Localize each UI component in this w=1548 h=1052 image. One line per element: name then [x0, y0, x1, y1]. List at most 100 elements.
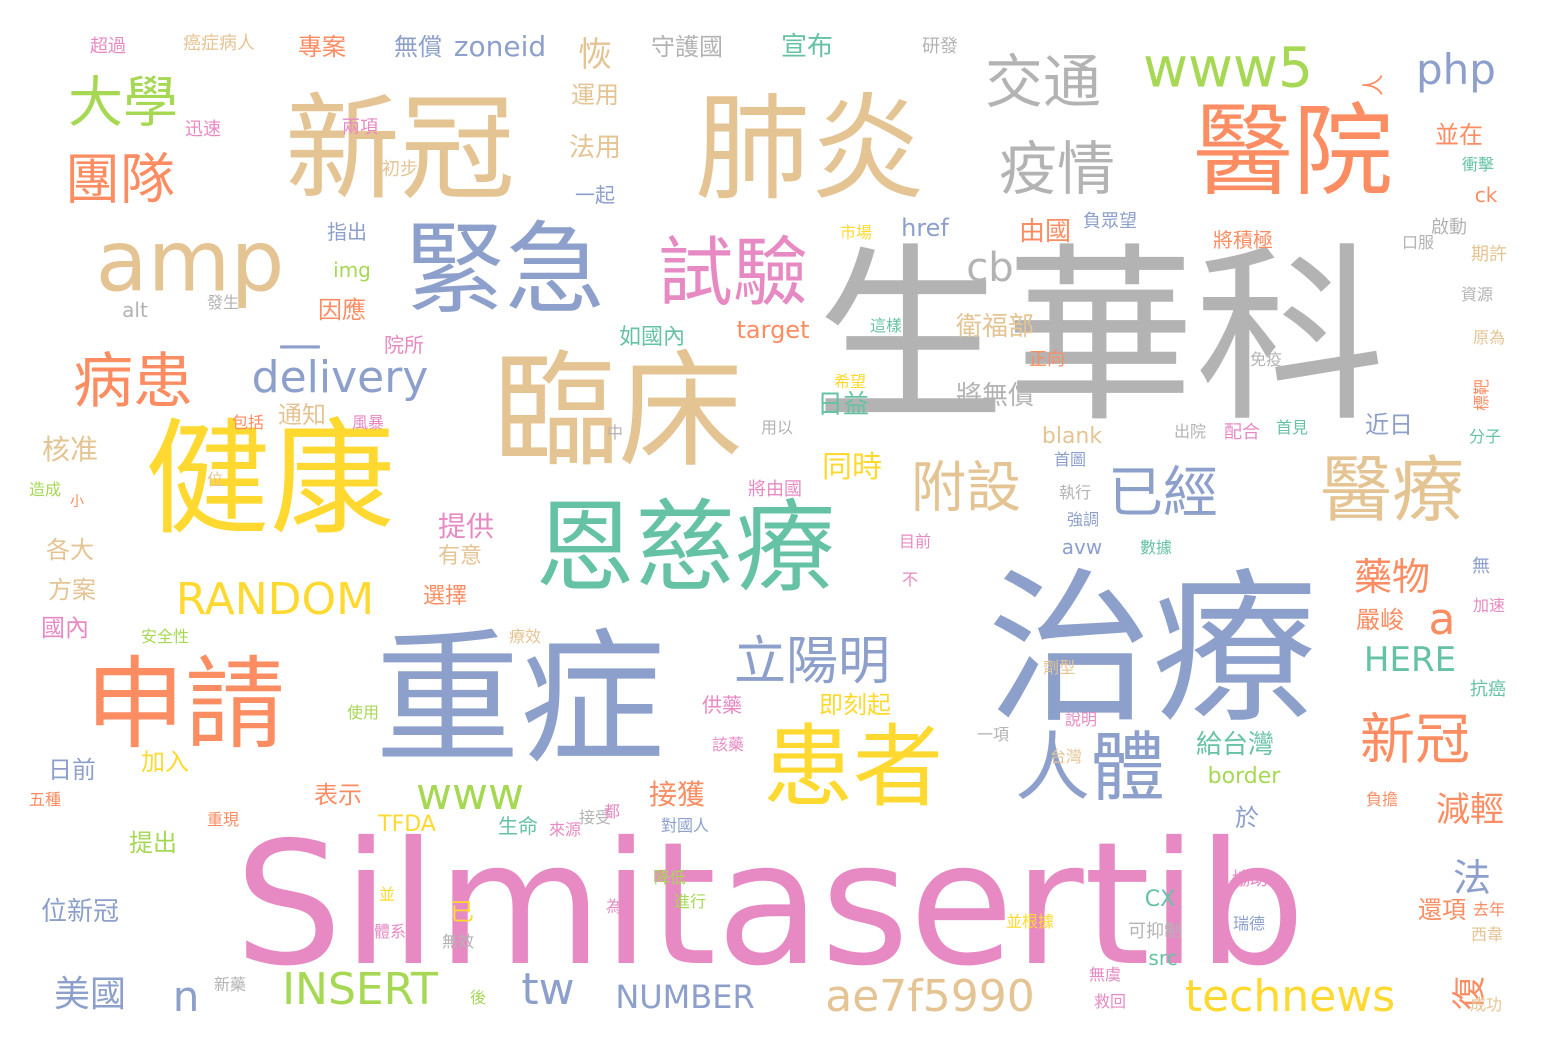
cloud-word: 中 [606, 423, 624, 442]
cloud-word: 因應 [318, 296, 366, 324]
cloud-word: 包括 [231, 413, 265, 432]
cloud-word: HERE [1363, 640, 1457, 680]
cloud-word: 運用 [571, 81, 619, 109]
cloud-word: 加入 [141, 748, 189, 776]
cloud-word: 核准 [41, 433, 99, 466]
cloud-word: 正向 [1029, 349, 1065, 370]
cloud-word: 這樣 [869, 316, 903, 335]
cloud-word: 方案 [48, 576, 96, 604]
cloud-word: zoneid [453, 30, 547, 63]
cloud-word: 日前 [48, 756, 96, 784]
cloud-word: 肺炎 [694, 82, 926, 217]
cloud-word: 一起 [575, 183, 615, 207]
cloud-word: 位 [206, 470, 224, 489]
cloud-word: 衝擊 [1461, 155, 1495, 174]
cloud-word: 於 [1235, 804, 1259, 832]
cloud-word: 風暴 [351, 413, 385, 432]
cloud-word: 無償 [394, 33, 442, 61]
cloud-word: 初步 [382, 159, 418, 180]
cloud-word: 減輕 [1436, 790, 1504, 830]
cloud-word: 原為 [1472, 328, 1506, 347]
cloud-word: 還項 [1418, 896, 1466, 924]
cloud-word: 標靶 [1472, 378, 1491, 412]
cloud-word: 小 [70, 494, 84, 510]
cloud-word: 同時 [822, 450, 882, 485]
cloud-word: 專案 [298, 33, 346, 61]
cloud-word: 五種 [28, 790, 62, 809]
cloud-word: 立陽明 [733, 632, 891, 692]
cloud-word: 造成 [28, 480, 62, 499]
cloud-word: 成功 [1469, 995, 1503, 1014]
cloud-word: 有意 [437, 544, 483, 569]
cloud-word: 供藥 [702, 693, 742, 717]
cloud-word: 已 [450, 898, 474, 926]
cloud-word: 發生 [206, 293, 240, 312]
cloud-word: 對國人 [660, 816, 710, 835]
cloud-word: 進行 [673, 892, 707, 911]
cloud-word: 分子 [1468, 427, 1502, 446]
cloud-word: 恢 [578, 35, 612, 75]
cloud-word: 恩慈療 [535, 489, 835, 606]
cloud-word: 首見 [1275, 418, 1309, 437]
cloud-word: 即刻起 [819, 691, 891, 719]
cloud-word: 配合 [1224, 422, 1260, 443]
cloud-word: 給台灣 [1195, 730, 1275, 760]
cloud-word: 位新冠 [40, 897, 120, 927]
cloud-word: 選擇 [422, 584, 468, 609]
cloud-word: ae7f5990 [825, 971, 1035, 1022]
cloud-word: 日益 [816, 390, 870, 420]
cloud-word: RANDOM [175, 574, 375, 625]
cloud-word: 團隊 [64, 147, 176, 212]
cloud-word: 一項 [976, 725, 1010, 744]
cloud-word: 癌症病人 [183, 33, 255, 54]
cloud-word: src [1148, 946, 1178, 970]
cloud-word: 接獲 [648, 778, 706, 811]
cloud-word: 安全性 [140, 627, 190, 646]
cloud-word: technews [1184, 971, 1396, 1022]
cloud-word: 希望 [833, 372, 867, 391]
cloud-word: 附設 [910, 455, 1022, 520]
cloud-word: 強調 [1066, 510, 1100, 529]
cloud-word: TFDA [378, 812, 436, 837]
cloud-word: 緊急 [405, 211, 605, 328]
cloud-word: 劑型 [1042, 658, 1076, 677]
cloud-word: a [1428, 594, 1456, 645]
cloud-word: 出院 [1173, 422, 1207, 441]
cloud-word: 法用 [568, 133, 622, 163]
cloud-word: — [278, 319, 322, 370]
cloud-word: 人體 [1014, 723, 1166, 812]
cloud-word: n [172, 972, 200, 1021]
cloud-word: 生命 [498, 814, 538, 838]
cloud-word: 通知 [278, 401, 326, 429]
cloud-word: 迅速 [185, 119, 221, 140]
cloud-word: target [736, 316, 810, 344]
cloud-word: 並 [378, 885, 396, 904]
cloud-word: 負擔 [1365, 790, 1399, 809]
cloud-word: 療效 [508, 627, 542, 646]
cloud-word: 嚴峻 [1356, 606, 1404, 634]
cloud-word: 並根據 [1005, 912, 1055, 931]
cloud-word: 市場 [839, 223, 873, 242]
cloud-word: 協助 [1232, 869, 1268, 890]
cloud-word: 醫療 [1319, 448, 1465, 532]
cloud-word: 降低 [653, 868, 687, 887]
cloud-word: 將無償 [955, 381, 1035, 411]
cloud-word: 西韋 [1470, 925, 1504, 944]
cloud-word: 指出 [327, 220, 367, 244]
cloud-word: border [1207, 764, 1281, 789]
cloud-word: 健康 [145, 407, 395, 553]
cloud-word: 患者 [763, 715, 943, 820]
cloud-word: 救回 [1093, 992, 1127, 1011]
cloud-word: 各大 [46, 536, 94, 564]
cloud-word: 去年 [1472, 900, 1506, 919]
cloud-word: cb [966, 245, 1014, 291]
cloud-word: 由國 [1018, 217, 1072, 247]
cloud-word: INSERT [282, 964, 438, 1015]
cloud-word: 美國 [53, 974, 127, 1015]
cloud-word: 數據 [1139, 538, 1173, 557]
cloud-word: 來源 [548, 820, 582, 839]
cloud-word: 無 [1472, 556, 1490, 577]
cloud-word: 後 [469, 988, 487, 1007]
cloud-word: 重症 [375, 615, 665, 785]
cloud-word: img [333, 258, 371, 282]
